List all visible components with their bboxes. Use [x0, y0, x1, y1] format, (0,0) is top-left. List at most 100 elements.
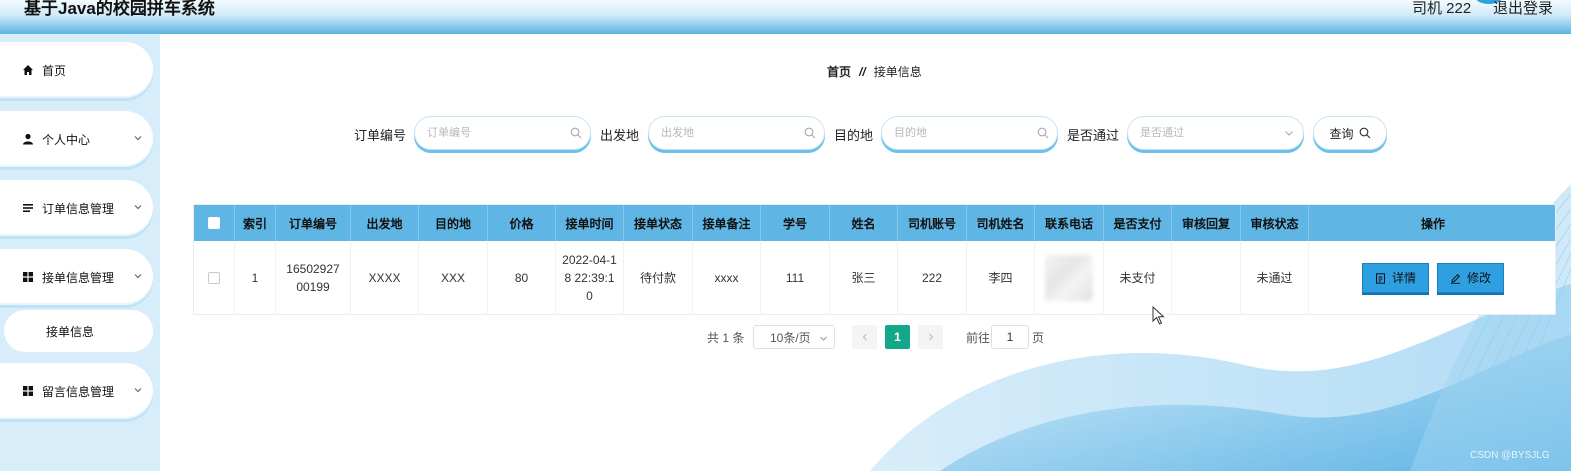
mouse-cursor-icon — [1152, 306, 1165, 325]
cell-phone — [1035, 241, 1104, 315]
column-header: 联系电话 — [1035, 205, 1104, 241]
detail-button-label: 详情 — [1391, 271, 1416, 285]
user-icon — [23, 133, 33, 145]
column-header: 接单状态 — [624, 205, 693, 241]
goto-suffix: 页 — [1032, 330, 1045, 345]
column-header: 司机账号 — [898, 205, 967, 241]
cell-index: 1 — [235, 241, 276, 315]
column-header: 接单备注 — [693, 205, 761, 241]
column-header: 接单时间 — [556, 205, 624, 241]
chevron-down-icon — [820, 336, 827, 341]
next-page-button[interactable] — [918, 325, 943, 349]
search-icon — [570, 127, 582, 139]
edit-button[interactable]: 修改 — [1437, 263, 1505, 293]
chevron-down-icon — [134, 205, 142, 210]
cell-name: 张三 — [830, 241, 898, 315]
cell-price: 80 — [488, 241, 556, 315]
chevron-left-icon — [862, 333, 867, 341]
list-icon — [23, 204, 33, 212]
cell-actions: 详情 修改 — [1309, 241, 1557, 315]
logout-button[interactable]: 退出登录 — [1493, 0, 1553, 18]
sidebar-item-personal-center[interactable]: 个人中心 — [0, 111, 153, 167]
sidebar: 首页 个人中心 订单信息管理 接单信息管理 接单信息 留言信息管理 — [0, 34, 160, 471]
sidebar-item-label: 接单信息管理 — [42, 270, 115, 285]
breadcrumb-current: 接单信息 — [873, 65, 922, 79]
row-checkbox[interactable] — [208, 272, 220, 284]
column-header: 订单编号 — [276, 205, 351, 241]
cell-student-no: 111 — [761, 241, 830, 315]
column-header: 目的地 — [419, 205, 488, 241]
column-header: 姓名 — [830, 205, 898, 241]
select-all-cell — [194, 205, 235, 241]
document-icon — [1375, 272, 1385, 284]
cell-driver-account: 222 — [898, 241, 967, 315]
sidebar-item-message-management[interactable]: 留言信息管理 — [0, 363, 153, 419]
origin-input[interactable] — [649, 117, 824, 149]
column-header: 是否支付 — [1104, 205, 1172, 241]
sidebar-item-home[interactable]: 首页 — [0, 42, 153, 98]
approved-select[interactable] — [1127, 116, 1304, 150]
chevron-down-icon — [134, 274, 142, 279]
edit-icon — [1451, 273, 1461, 284]
cell-review-status: 未通过 — [1241, 241, 1309, 315]
page-size-select[interactable]: 10条/页 — [753, 325, 835, 349]
select-all-checkbox[interactable] — [208, 217, 220, 229]
cell-time: 2022-04-18 22:39:10 — [556, 241, 624, 315]
sidebar-subitem-accept-order-info[interactable]: 接单信息 — [4, 310, 153, 352]
prev-page-button[interactable] — [852, 325, 877, 349]
column-header: 审核状态 — [1241, 205, 1309, 241]
approved-label: 是否通过 — [1067, 128, 1120, 143]
grid-icon — [23, 386, 33, 396]
cell-status: 待付款 — [624, 241, 693, 315]
query-button-label: 查询 — [1329, 126, 1354, 141]
search-icon — [804, 127, 816, 139]
chevron-right-icon — [928, 333, 933, 341]
sidebar-subitem-label: 接单信息 — [46, 324, 95, 339]
sidebar-item-label: 订单信息管理 — [42, 201, 115, 216]
column-header: 学号 — [761, 205, 830, 241]
goto-prefix: 前往 — [966, 330, 991, 345]
approved-select-input[interactable] — [1128, 117, 1303, 149]
column-header: 出发地 — [351, 205, 419, 241]
sidebar-item-accept-order-management[interactable]: 接单信息管理 — [0, 249, 153, 305]
order-no-field[interactable] — [414, 116, 591, 150]
query-button[interactable]: 查询 — [1313, 116, 1387, 150]
cell-driver-name: 李四 — [967, 241, 1035, 315]
order-no-input[interactable] — [415, 117, 590, 149]
row-select-cell — [194, 241, 235, 315]
destination-label: 目的地 — [834, 128, 874, 143]
chevron-down-icon — [134, 136, 142, 141]
column-header: 审核回复 — [1172, 205, 1241, 241]
breadcrumb-home[interactable]: 首页 — [827, 63, 851, 80]
sidebar-item-order-management[interactable]: 订单信息管理 — [0, 180, 153, 236]
destination-input[interactable] — [882, 117, 1057, 149]
search-icon — [1359, 127, 1370, 139]
cell-remark: xxxx — [693, 241, 761, 315]
breadcrumb: 首页 // 接单信息 — [827, 63, 922, 80]
sidebar-item-label: 个人中心 — [42, 132, 91, 147]
pagination-total: 共 1 条 — [707, 330, 745, 345]
order-no-label: 订单编号 — [354, 128, 407, 143]
sidebar-item-label: 留言信息管理 — [42, 384, 115, 399]
chevron-down-icon — [1285, 131, 1293, 136]
top-header: 基于Java的校园拼车系统 司机 222 退出登录 — [0, 0, 1571, 34]
current-user-label: 司机 222 — [1412, 0, 1472, 17]
column-header: 价格 — [488, 205, 556, 241]
grid-icon — [23, 272, 33, 282]
origin-label: 出发地 — [600, 128, 640, 143]
phone-blurred — [1045, 255, 1093, 301]
column-header: 操作 — [1420, 216, 1445, 231]
goto-page-input[interactable]: 1 — [991, 325, 1029, 349]
column-header: 索引 — [235, 205, 276, 241]
watermark: CSDN @BYSJLG — [1470, 450, 1550, 461]
column-header: 司机姓名 — [967, 205, 1035, 241]
origin-field[interactable] — [648, 116, 825, 150]
page-number-current[interactable]: 1 — [885, 325, 910, 349]
chevron-down-icon — [134, 388, 142, 393]
destination-field[interactable] — [881, 116, 1058, 150]
breadcrumb-separator: // — [859, 64, 866, 79]
detail-button[interactable]: 详情 — [1361, 263, 1429, 293]
search-icon — [1037, 127, 1049, 139]
cell-order-no: 1650292700199 — [276, 241, 351, 315]
table-header: 索引 订单编号 出发地 目的地 价格 接单时间 接单状态 接单备注 学号 姓名 … — [194, 205, 1555, 241]
